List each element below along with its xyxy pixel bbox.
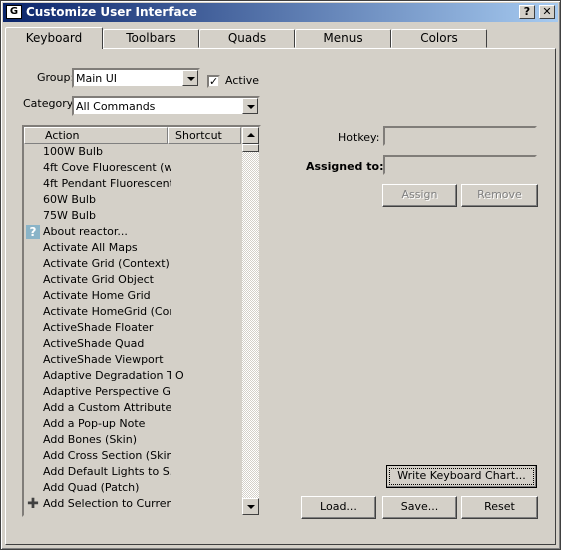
action-shortcut: O (175, 369, 184, 382)
actions-rows: 100W Bulb 4ft Cove Fluorescent (w... 4ft P… (24, 144, 241, 512)
action-name: Adaptive Degradation T... (43, 369, 171, 382)
column-header-action[interactable]: Action (24, 127, 168, 144)
actions-list[interactable]: Action Shortcut 100W Bulb 4ft Cove Fluore… (22, 125, 261, 517)
action-name: Activate HomeGrid (Con... (43, 305, 171, 318)
action-name: Add Cross Section (Skin) (43, 449, 171, 462)
load-button[interactable]: Load... (301, 496, 376, 519)
list-item[interactable]: ActiveShade Quad (24, 336, 241, 352)
tab-menus[interactable]: Menus (295, 29, 391, 48)
column-header-shortcut[interactable]: Shortcut (168, 127, 241, 144)
action-name: Adaptive Perspective G... (43, 385, 171, 398)
write-keyboard-chart-button[interactable]: Write Keyboard Chart... (386, 465, 537, 488)
list-item[interactable]: Add Default Lights to S... (24, 464, 241, 480)
remove-button[interactable]: Remove (461, 184, 538, 207)
list-item[interactable]: ✚ Add Selection to Curren... (24, 496, 241, 512)
list-item[interactable]: Add Bones (Skin) (24, 432, 241, 448)
action-name: Activate All Maps (43, 241, 138, 254)
list-item[interactable]: 4ft Cove Fluorescent (w... (24, 160, 241, 176)
action-name: ActiveShade Floater (43, 321, 154, 334)
list-item[interactable]: ActiveShade Viewport (24, 352, 241, 368)
list-item[interactable]: 60W Bulb (24, 192, 241, 208)
list-item[interactable]: 75W Bulb (24, 208, 241, 224)
list-item[interactable]: 4ft Pendant Fluorescent... (24, 176, 241, 192)
vertical-scrollbar[interactable] (242, 127, 259, 515)
list-item[interactable]: Activate All Maps (24, 240, 241, 256)
active-label: Active (225, 74, 260, 87)
active-checkbox[interactable]: ✓ (207, 75, 220, 88)
category-dropdown[interactable]: All Commands (72, 96, 260, 116)
title-bar[interactable]: G Customize User Interface ? ✕ (3, 3, 558, 22)
action-name: Add Selection to Curren... (43, 497, 171, 510)
chevron-down-icon[interactable] (182, 70, 198, 86)
action-name: 4ft Pendant Fluorescent... (43, 177, 171, 190)
list-item[interactable]: Add a Pop-up Note (24, 416, 241, 432)
hotkey-label: Hotkey: (338, 131, 380, 144)
assigned-to-label: Assigned to: (306, 160, 384, 173)
action-name: Add a Custom Attribute... (43, 401, 171, 414)
group-dropdown[interactable]: Main UI (72, 68, 200, 88)
group-label: Group: (37, 71, 75, 84)
list-item[interactable]: Add a Custom Attribute... (24, 400, 241, 416)
add-icon: ✚ (27, 496, 39, 512)
action-name: 100W Bulb (43, 145, 103, 158)
scroll-down-icon[interactable] (242, 498, 259, 515)
action-name: 75W Bulb (43, 209, 96, 222)
tab-keyboard[interactable]: Keyboard (5, 27, 103, 49)
assign-button[interactable]: Assign (382, 184, 457, 207)
list-item[interactable]: 100W Bulb (24, 144, 241, 160)
close-button[interactable]: ✕ (539, 5, 555, 19)
customize-ui-window: G Customize User Interface ? ✕ Keyboard … (0, 0, 561, 550)
save-button[interactable]: Save... (382, 496, 457, 519)
window-title: Customize User Interface (26, 5, 197, 19)
tab-toolbars[interactable]: Toolbars (103, 29, 199, 48)
scroll-up-icon[interactable] (242, 127, 259, 144)
hotkey-field[interactable] (383, 126, 537, 146)
action-name: Activate Grid (Context) (43, 257, 170, 270)
action-name: Activate Home Grid (43, 289, 151, 302)
tab-colors[interactable]: Colors (391, 29, 487, 48)
tab-strip: Keyboard Toolbars Quads Menus Colors (5, 27, 558, 49)
list-item[interactable]: Add Cross Section (Skin) (24, 448, 241, 464)
list-item[interactable]: Activate Grid (Context) (24, 256, 241, 272)
action-name: Add Default Lights to S... (43, 465, 171, 478)
category-value: All Commands (76, 100, 156, 113)
action-name: Activate Grid Object (43, 273, 154, 286)
group-value: Main UI (76, 72, 118, 85)
list-item[interactable]: Adaptive Degradation T... O (24, 368, 241, 384)
action-name: 60W Bulb (43, 193, 96, 206)
reset-button[interactable]: Reset (461, 496, 538, 519)
list-item[interactable]: Activate Home Grid (24, 288, 241, 304)
action-name: Add Bones (Skin) (43, 433, 137, 446)
chevron-down-icon[interactable] (242, 98, 258, 114)
action-name: ActiveShade Quad (43, 337, 145, 350)
app-logo-icon: G (6, 5, 22, 19)
assigned-to-field (383, 155, 537, 175)
action-name: Add Quad (Patch) (43, 481, 140, 494)
list-item[interactable]: ? About reactor... (24, 224, 241, 240)
list-item[interactable]: Add Quad (Patch) (24, 480, 241, 496)
action-name: 4ft Cove Fluorescent (w... (43, 161, 171, 174)
tab-quads[interactable]: Quads (199, 29, 295, 48)
help-icon: ? (26, 225, 40, 239)
action-name: ActiveShade Viewport (43, 353, 164, 366)
list-item[interactable]: Activate HomeGrid (Con... (24, 304, 241, 320)
action-name: About reactor... (43, 225, 128, 238)
list-item[interactable]: ActiveShade Floater (24, 320, 241, 336)
scroll-thumb[interactable] (242, 144, 259, 152)
category-label: Category: (23, 97, 77, 110)
action-name: Add a Pop-up Note (43, 417, 146, 430)
list-item[interactable]: Activate Grid Object (24, 272, 241, 288)
list-item[interactable]: Adaptive Perspective G... (24, 384, 241, 400)
help-button[interactable]: ? (519, 5, 535, 19)
